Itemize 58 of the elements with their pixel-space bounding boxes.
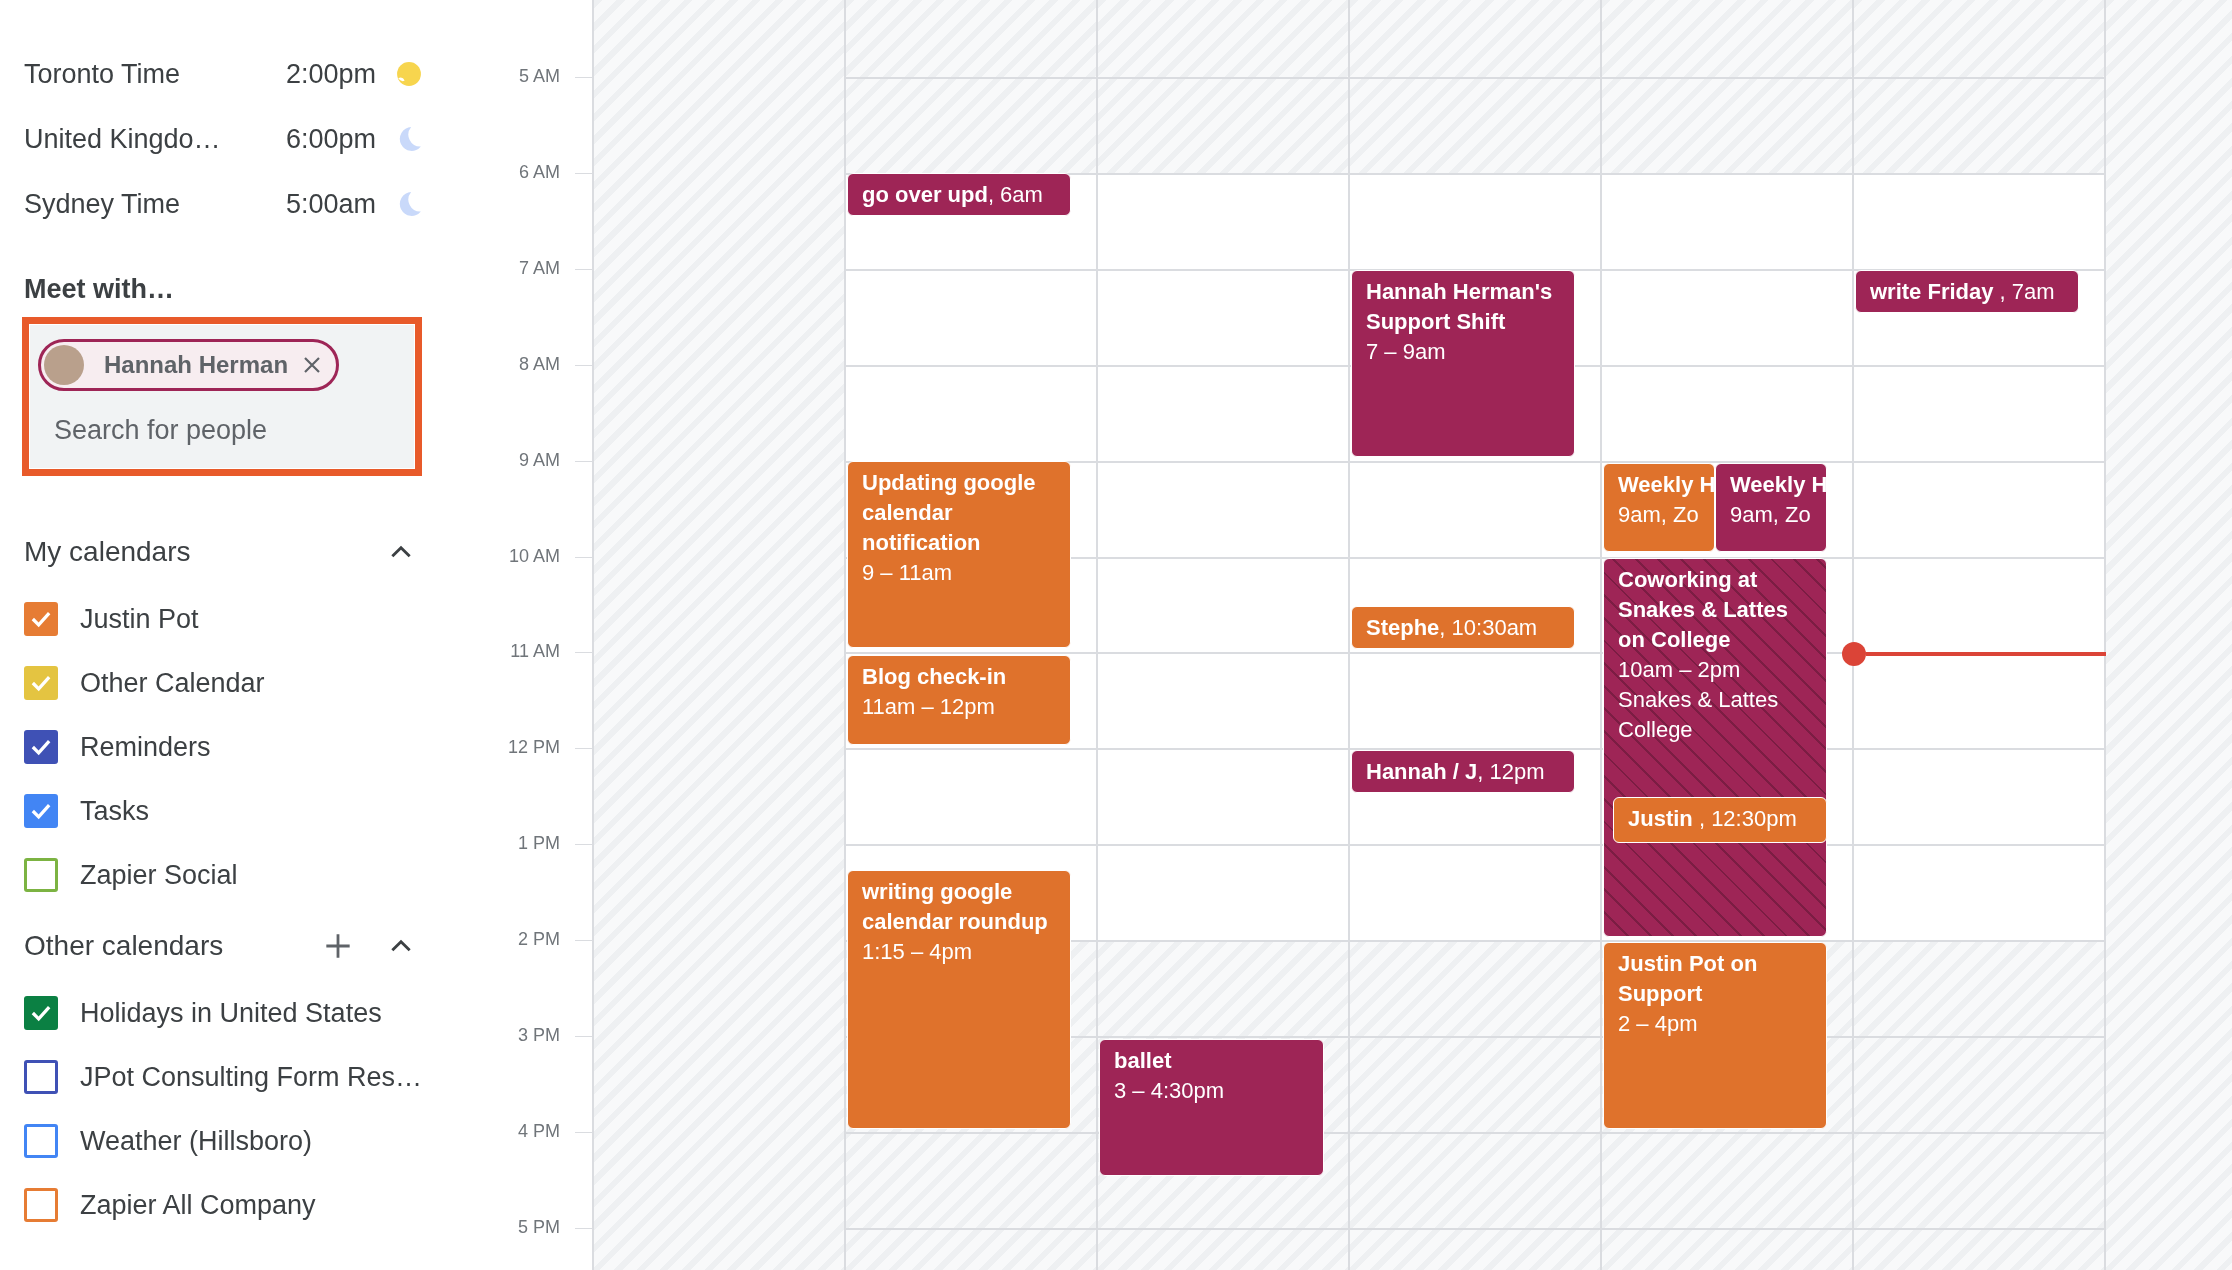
- hour-label: 3 PM: [518, 1025, 560, 1046]
- avatar-circle: [44, 345, 84, 385]
- calendar-name: Reminders: [80, 731, 211, 763]
- calendar-name: JPot Consulting Form Res…: [80, 1061, 423, 1093]
- checkbox[interactable]: [24, 794, 58, 828]
- checkbox[interactable]: [24, 1060, 58, 1094]
- hour-label: 6 AM: [518, 161, 560, 183]
- event-block[interactable]: Hannah Herman's Support Shift 7 – 9am: [1351, 269, 1575, 457]
- checkbox[interactable]: [24, 730, 58, 764]
- clock-city: Toronto Time: [24, 58, 182, 90]
- calendar-name: Zapier Social: [80, 859, 238, 891]
- close-icon[interactable]: [302, 355, 323, 375]
- hour-label: 9 AM: [518, 449, 560, 471]
- calendar-name: Justin Pot: [80, 603, 199, 635]
- event-block[interactable]: Updating google calendar notification 9 – 11am: [847, 460, 1071, 648]
- event-block[interactable]: Weekly H 9am, Zo: [1715, 463, 1827, 552]
- calendar-name: Other Calendar: [80, 667, 265, 699]
- event-block[interactable]: writing google calendar roundup 1:15 – 4pm: [847, 870, 1071, 1129]
- checkbox[interactable]: [24, 996, 58, 1030]
- hour-label: 8 AM: [518, 353, 560, 375]
- event-chip[interactable]: Hannah / J, 12pm: [1351, 750, 1575, 794]
- calendar-name: Zapier All Company: [80, 1189, 316, 1221]
- clock-city: Sydney Time: [24, 188, 182, 220]
- hour-label: 1 PM: [518, 833, 560, 855]
- event-block[interactable]: Weekly H 9am, Zo: [1603, 463, 1715, 552]
- calendar-name: Holidays in United States: [80, 997, 382, 1029]
- hour-label: 7 AM: [518, 257, 560, 279]
- event-block[interactable]: Blog check-in 11am – 12pm: [847, 655, 1071, 746]
- event-block[interactable]: ballet 3 – 4:30pm: [1099, 1038, 1324, 1176]
- hour-label: 4 PM: [518, 1120, 560, 1142]
- section-heading: Other calendars: [24, 930, 225, 962]
- clock-time: 2:00pm: [284, 58, 376, 90]
- section-heading: Meet with…: [24, 274, 175, 305]
- checkbox[interactable]: [24, 602, 58, 636]
- checkbox[interactable]: [24, 858, 58, 892]
- hour-label: 11 AM: [510, 641, 560, 663]
- hour-label: 5 PM: [518, 1216, 560, 1238]
- hour-label: 2 PM: [518, 929, 560, 951]
- hour-label: 10 AM: [508, 545, 560, 567]
- checkbox[interactable]: [24, 1124, 58, 1158]
- clock-time: 6:00pm: [284, 123, 376, 155]
- hour-label: 5 AM: [518, 66, 560, 87]
- clock-city: United Kingdo…: [24, 123, 222, 155]
- event-chip[interactable]: Justin , 12:30pm: [1613, 797, 1827, 844]
- hour-label: 12 PM: [507, 737, 560, 759]
- event-chip[interactable]: Stephe, 10:30am: [1351, 606, 1575, 649]
- clock-time: 5:00am: [284, 188, 376, 220]
- checkbox[interactable]: [24, 1188, 58, 1222]
- calendar-name: Weather (Hillsboro): [80, 1125, 313, 1157]
- calendar-name: Tasks: [80, 795, 150, 827]
- section-heading: My calendars: [24, 536, 192, 568]
- add-icon[interactable]: [324, 932, 352, 960]
- person-chip[interactable]: Hannah Herman: [38, 339, 340, 391]
- checkbox[interactable]: [24, 666, 58, 700]
- people-search-field[interactable]: Hannah Herman Search for people: [29, 324, 415, 469]
- event-chip[interactable]: go over upd, 6am: [847, 172, 1071, 217]
- event-block[interactable]: Justin Pot on Support 2 – 4pm: [1603, 942, 1827, 1129]
- event-chip[interactable]: write Friday , 7am: [1855, 269, 2079, 313]
